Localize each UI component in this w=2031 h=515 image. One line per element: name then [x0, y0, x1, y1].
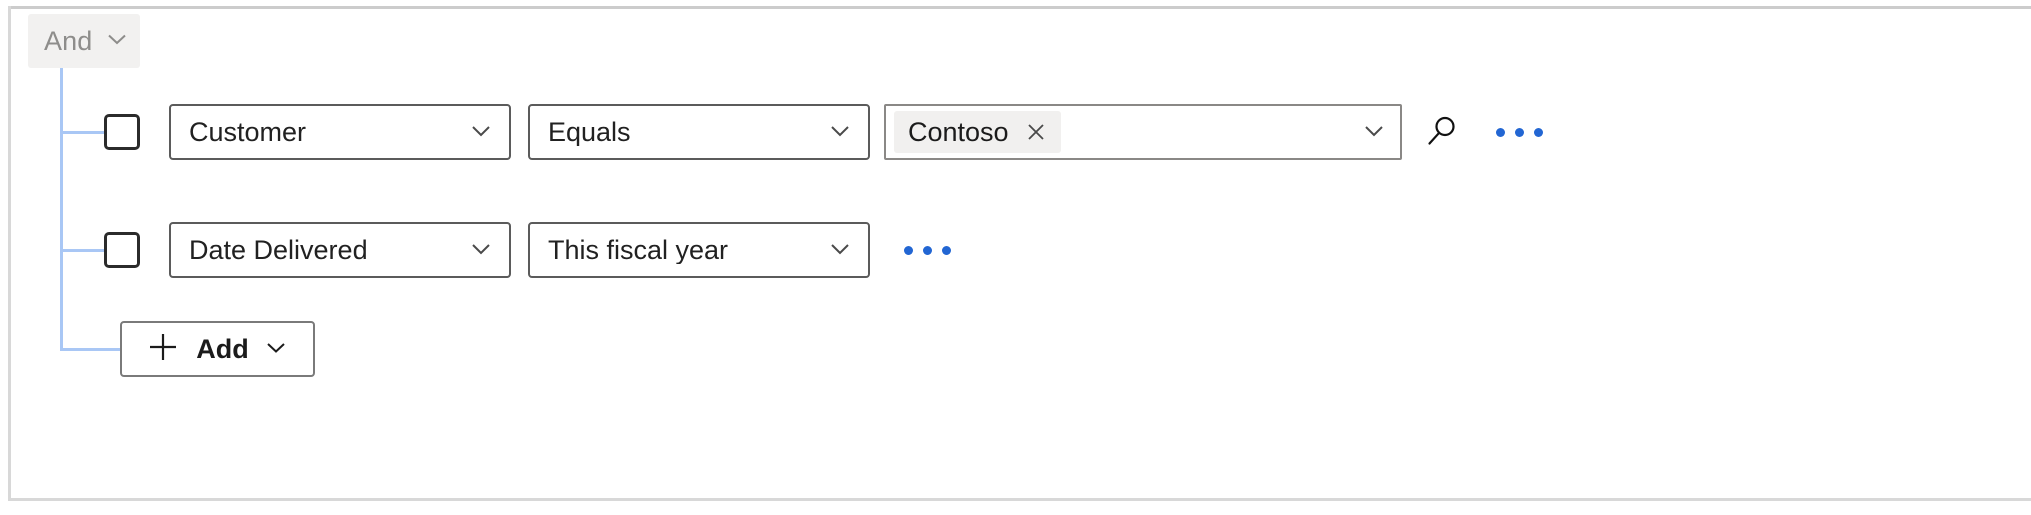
attribute-dropdown-value: Customer: [189, 118, 307, 146]
tree-connector-branch-2: [60, 249, 106, 252]
operator-dropdown[interactable]: This fiscal year: [528, 222, 870, 278]
attribute-dropdown[interactable]: Customer: [169, 104, 511, 160]
chevron-down-icon: [104, 26, 130, 57]
overflow-dot: [942, 245, 951, 255]
close-icon[interactable]: [1023, 119, 1049, 145]
overflow-dot: [1515, 127, 1524, 137]
overflow-dot: [1496, 127, 1505, 137]
operator-dropdown[interactable]: Equals: [528, 104, 870, 160]
chevron-down-icon: [263, 334, 289, 365]
panel-border-left: [8, 6, 11, 501]
group-operator-label: And: [44, 25, 93, 56]
value-tag[interactable]: Contoso: [894, 111, 1061, 153]
chevron-down-icon: [826, 116, 854, 149]
overflow-dot: [923, 245, 932, 255]
attribute-dropdown-value: Date Delivered: [189, 236, 368, 264]
overflow-dot: [1534, 127, 1543, 137]
search-icon[interactable]: [1416, 106, 1468, 158]
more-horizontal-icon[interactable]: [896, 224, 959, 276]
chevron-down-icon: [467, 234, 495, 267]
tree-connector-branch-1: [60, 131, 106, 134]
condition-select-checkbox[interactable]: [104, 114, 140, 150]
panel-border-bottom: [8, 498, 2031, 501]
chevron-down-icon: [826, 234, 854, 267]
plus-icon: [146, 330, 180, 369]
operator-dropdown-value: Equals: [548, 118, 631, 146]
value-multiselect-field[interactable]: Contoso: [884, 104, 1402, 160]
overflow-dot: [904, 245, 913, 255]
chevron-down-icon[interactable]: [1360, 116, 1388, 149]
filter-condition-builder: And Customer Equals Contoso Date Deliver…: [0, 0, 2031, 515]
condition-select-checkbox[interactable]: [104, 232, 140, 268]
value-tag-label: Contoso: [908, 116, 1009, 147]
tree-connector-trunk: [60, 68, 63, 351]
tree-connector-branch-3: [60, 348, 122, 351]
attribute-dropdown[interactable]: Date Delivered: [169, 222, 511, 278]
add-condition-button[interactable]: Add: [120, 321, 315, 377]
more-horizontal-icon[interactable]: [1488, 106, 1551, 158]
add-button-label: Add: [196, 333, 249, 364]
chevron-down-icon: [467, 116, 495, 149]
condition-row: Customer Equals Contoso: [104, 104, 1551, 160]
condition-row: Date Delivered This fiscal year: [104, 222, 959, 278]
panel-border-top: [8, 6, 2031, 9]
group-operator-dropdown[interactable]: And: [28, 14, 140, 68]
operator-dropdown-value: This fiscal year: [548, 236, 729, 264]
